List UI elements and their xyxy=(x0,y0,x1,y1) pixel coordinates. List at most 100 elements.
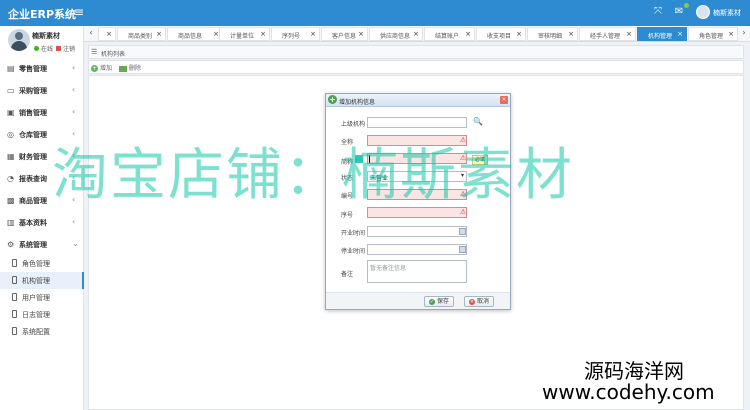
close-icon[interactable]: × xyxy=(465,30,471,38)
app-title: 企业ERP系统 xyxy=(8,8,77,21)
toolbar: + 增加 删除 xyxy=(88,60,744,74)
tab-org-active[interactable]: 机构管理 × xyxy=(637,27,687,41)
system-icon: ⚙ xyxy=(7,240,15,249)
close-icon[interactable]: × xyxy=(728,30,734,38)
message-icon[interactable]: ✉ xyxy=(673,6,685,18)
tab-item[interactable]: 商品类别 × xyxy=(117,27,166,41)
logout-icon xyxy=(56,46,61,51)
file-icon xyxy=(12,327,17,335)
sidebar-subitem-user[interactable]: 用户管理 xyxy=(0,289,84,306)
panel-title: 机构列表 xyxy=(101,51,126,58)
search-icon[interactable]: 🔍 xyxy=(473,117,483,126)
dialog-header: + 增加机构信息 × xyxy=(326,94,510,107)
tab-item[interactable]: 审核明细 × xyxy=(527,27,578,41)
sidebar-subitem-role[interactable]: 角色管理 xyxy=(0,255,84,272)
calendar-icon[interactable] xyxy=(459,228,466,235)
calendar-icon[interactable] xyxy=(459,246,466,253)
check-icon: ✓ xyxy=(429,299,435,305)
menu-icon[interactable]: ≡ xyxy=(74,5,86,19)
sidebar: 楠斯素材 在线 注销 ▤ 零售管理 ‹ ▭ 采购管理 ‹ ▣ 销售管理 ‹ ◎ 仓库管理 ‹ ▦… xyxy=(0,26,84,410)
purchase-icon: ▭ xyxy=(7,86,15,95)
tab-item[interactable]: 序列号 × xyxy=(271,27,320,41)
tab-item[interactable]: 经手人管理 × xyxy=(579,27,636,41)
close-icon[interactable]: × xyxy=(310,30,316,38)
tab-bar: ‹ × 商品类别 × 商品信息 × 计量单位 × 序列号 × 客户信息 × 供应商信息 × … xyxy=(84,26,750,42)
parent-org-input[interactable] xyxy=(367,117,467,128)
online-dot-icon xyxy=(34,46,39,51)
tab-scroll-left-icon[interactable]: ‹ xyxy=(85,28,97,40)
save-button[interactable]: ✓ 保存 xyxy=(424,296,455,307)
close-date-label: 停业时间 xyxy=(341,248,366,255)
add-icon: + xyxy=(328,95,337,104)
open-date-label: 开业时间 xyxy=(341,230,366,237)
retail-icon: ▤ xyxy=(7,64,15,73)
tab-item[interactable]: 供应商信息 × xyxy=(369,27,423,41)
close-date-input[interactable] xyxy=(367,244,467,255)
goods-icon: ▩ xyxy=(7,196,15,205)
tab-item[interactable]: 收支项目 × xyxy=(476,27,526,41)
tab-item[interactable]: 客户信息 × xyxy=(321,27,368,41)
open-date-input[interactable] xyxy=(367,226,467,237)
chevron-left-icon: ‹ xyxy=(72,107,76,116)
top-user-name[interactable]: 楠斯素材 xyxy=(713,8,741,18)
basic-icon: ▥ xyxy=(7,218,15,227)
sidebar-subitem-log[interactable]: 日志管理 xyxy=(0,306,84,323)
delete-icon xyxy=(119,65,127,72)
fullscreen-icon[interactable]: ⤧ xyxy=(652,6,664,18)
notification-badge xyxy=(684,3,689,8)
logout-link[interactable]: 注销 xyxy=(56,44,75,53)
plus-icon: + xyxy=(91,65,98,72)
delete-button[interactable]: 删除 xyxy=(119,63,141,73)
avatar[interactable] xyxy=(696,5,710,19)
sidebar-item-retail[interactable]: ▤ 零售管理 ‹ xyxy=(0,58,84,80)
sidebar-item-purchase[interactable]: ▭ 采购管理 ‹ xyxy=(0,80,84,102)
close-icon[interactable]: × xyxy=(568,30,574,38)
close-icon[interactable]: × xyxy=(413,30,419,38)
close-icon[interactable]: × xyxy=(156,30,162,38)
close-icon[interactable]: × xyxy=(106,30,112,38)
add-button[interactable]: + 增加 xyxy=(91,63,112,73)
close-icon[interactable]: × xyxy=(260,30,266,38)
close-icon[interactable]: × xyxy=(358,30,364,38)
tab-item[interactable]: 计量单位 × xyxy=(219,27,270,41)
watermark-shop: 淘宝店铺：楠斯素材 xyxy=(52,143,574,208)
tab-item[interactable]: × xyxy=(98,27,116,41)
cancel-button[interactable]: × 取消 xyxy=(464,296,495,307)
sidebar-item-basic[interactable]: ▥ 基本资料 ‹ xyxy=(0,212,84,234)
remark-textarea[interactable]: 暂无备注信息 xyxy=(367,260,467,283)
close-icon[interactable]: × xyxy=(516,30,522,38)
user-panel: 楠斯素材 在线 注销 xyxy=(0,26,84,58)
file-icon xyxy=(12,310,17,318)
report-icon: ◔ xyxy=(7,174,14,183)
dialog-footer: ✓ 保存 × 取消 xyxy=(326,292,510,309)
close-icon[interactable]: × xyxy=(500,96,508,104)
chevron-down-icon: ⌄ xyxy=(72,239,79,248)
sidebar-subitem-org[interactable]: 机构管理 xyxy=(0,272,84,289)
chevron-left-icon: ‹ xyxy=(72,217,76,226)
close-icon[interactable]: × xyxy=(626,30,632,38)
sidebar-item-system[interactable]: ⚙ 系统管理 ⌄ xyxy=(0,234,84,256)
cancel-icon: × xyxy=(469,299,475,305)
tab-item[interactable]: 商品信息 × xyxy=(167,27,223,41)
sidebar-subitem-config[interactable]: 系统配置 xyxy=(0,323,84,340)
parent-org-label: 上级机构 xyxy=(341,121,366,128)
file-icon xyxy=(12,276,17,284)
top-bar: 企业ERP系统 ≡ ⤧ ✉ 楠斯素材 xyxy=(0,0,750,26)
user-name: 楠斯素材 xyxy=(32,32,60,40)
finance-icon: ▦ xyxy=(7,152,15,161)
sales-icon: ▣ xyxy=(7,108,15,117)
file-icon xyxy=(12,259,17,267)
user-avatar xyxy=(8,29,30,51)
tab-scroll-right-icon[interactable]: › xyxy=(738,28,750,40)
list-icon: ☰ xyxy=(91,48,98,56)
online-status: 在线 xyxy=(34,44,53,53)
tab-item[interactable]: 结算账户 × xyxy=(424,27,475,41)
sort-no-label: 序号 xyxy=(341,212,354,219)
close-icon[interactable]: × xyxy=(677,30,683,38)
remark-label: 备注 xyxy=(341,271,354,278)
chevron-left-icon: ‹ xyxy=(72,63,76,72)
warehouse-icon: ◎ xyxy=(7,130,14,139)
panel-header: ☰ 机构列表 xyxy=(88,45,744,59)
sidebar-item-sales[interactable]: ▣ 销售管理 ‹ xyxy=(0,102,84,124)
tab-item[interactable]: 角色管理 × xyxy=(688,27,738,41)
